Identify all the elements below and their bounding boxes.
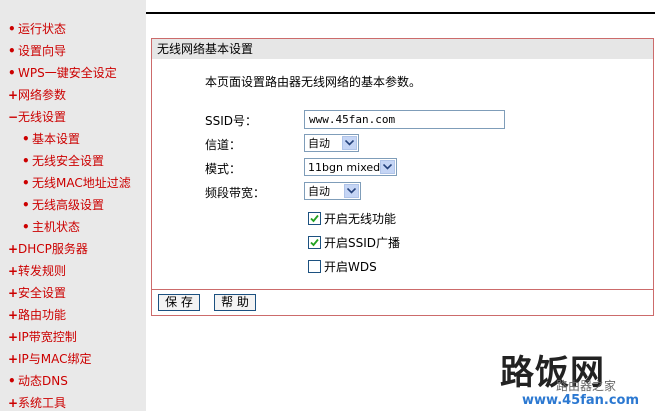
enable-wireless-checkbox[interactable]: 开启无线功能: [308, 210, 396, 227]
enable-ssid-broadcast-checkbox[interactable]: 开启SSID广播: [308, 234, 400, 251]
chevron-down-icon: [344, 184, 359, 198]
enable-wds-checkbox[interactable]: 开启WDS: [308, 258, 377, 275]
button-bar: 保 存 帮 助: [152, 289, 653, 314]
sidebar-item-routing[interactable]: +路由功能: [8, 304, 66, 326]
top-divider: [146, 12, 655, 14]
sidebar-item-basic-settings[interactable]: • 基本设置: [22, 128, 80, 150]
panel-description: 本页面设置路由器无线网络的基本参数。: [205, 75, 422, 89]
sidebar-item-wireless-security[interactable]: • 无线安全设置: [22, 150, 104, 172]
watermark-subtitle: 路由器之家: [556, 379, 617, 393]
sidebar-item-ip-mac-binding[interactable]: +IP与MAC绑定: [8, 348, 92, 370]
sidebar-item-bandwidth-control[interactable]: +IP带宽控制: [8, 326, 77, 348]
channel-label: 信道：: [205, 138, 242, 152]
sidebar-item-ddns[interactable]: • 动态DNS: [8, 370, 68, 392]
channel-select[interactable]: 自动: [304, 134, 359, 152]
save-button[interactable]: 保 存: [158, 294, 200, 311]
chevron-down-icon: [342, 136, 357, 150]
mode-select[interactable]: 11bgn mixed: [304, 158, 397, 176]
checkbox-checked-icon: [308, 236, 321, 249]
mode-label: 模式：: [205, 162, 242, 176]
checkbox-unchecked-icon: [308, 260, 321, 273]
panel-title: 无线网络基本设置: [152, 39, 653, 59]
sidebar: • 运行状态 • 设置向导 • WPS一键安全设定 +网络参数 −无线设置 • 基本设置…: [0, 0, 146, 411]
watermark-url: www.45fan.com: [522, 393, 640, 408]
sidebar-item-mac-filter[interactable]: • 无线MAC地址过滤: [22, 172, 131, 194]
bandwidth-label: 频段带宽：: [205, 186, 266, 200]
sidebar-item-forwarding[interactable]: +转发规则: [8, 260, 66, 282]
sidebar-item-network[interactable]: +网络参数: [8, 84, 66, 106]
chevron-down-icon: [380, 160, 395, 174]
settings-panel: 无线网络基本设置 本页面设置路由器无线网络的基本参数。 SSID号： www.4…: [151, 38, 654, 316]
ssid-input[interactable]: www.45fan.com: [304, 110, 505, 129]
checkbox-checked-icon: [308, 212, 321, 225]
sidebar-item-status[interactable]: • 运行状态: [8, 18, 66, 40]
sidebar-item-security[interactable]: +安全设置: [8, 282, 66, 304]
sidebar-item-wps[interactable]: • WPS一键安全设定: [8, 62, 117, 84]
sidebar-item-dhcp[interactable]: +DHCP服务器: [8, 238, 88, 260]
help-button[interactable]: 帮 助: [214, 294, 256, 311]
sidebar-item-wizard[interactable]: • 设置向导: [8, 40, 66, 62]
sidebar-item-wireless[interactable]: −无线设置: [8, 106, 66, 128]
ssid-label: SSID号：: [205, 114, 258, 128]
bandwidth-select[interactable]: 自动: [304, 182, 361, 200]
sidebar-item-host-status[interactable]: • 主机状态: [22, 216, 80, 238]
sidebar-item-wireless-advanced[interactable]: • 无线高级设置: [22, 194, 104, 216]
